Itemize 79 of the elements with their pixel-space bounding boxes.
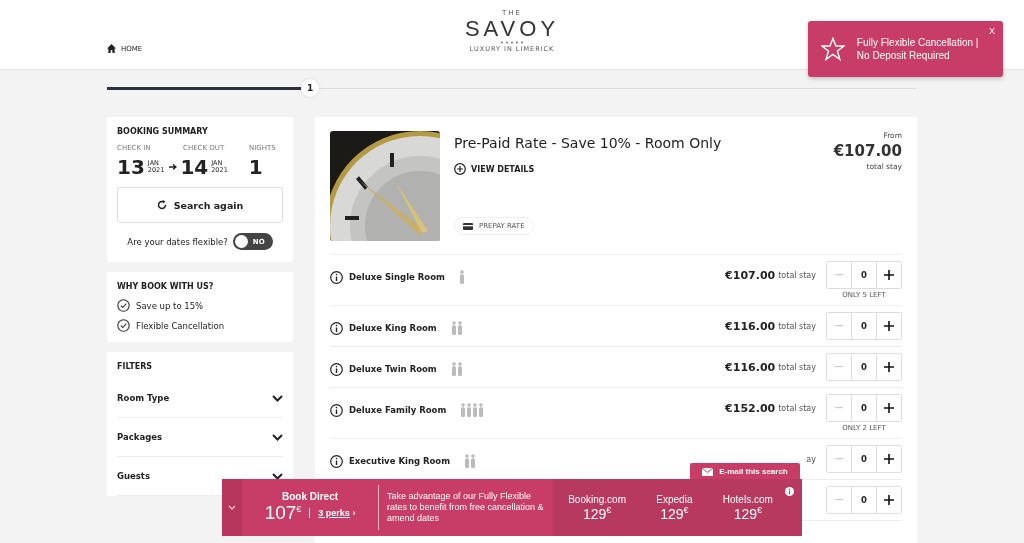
price-note: total stay [778,404,816,413]
card-title: FILTERS [117,362,154,371]
minus-icon [835,274,843,276]
minus-icon [835,458,843,460]
check-out-day: 14 [180,155,209,179]
filter-label: Packages [117,432,163,442]
search-again-button[interactable]: Search again [117,187,283,223]
competitor-name: Hotels.com [722,493,773,505]
nights-value: 1 [248,155,263,179]
minus-icon [835,366,843,368]
competitor-name: Expedia [656,493,693,505]
plus-icon [884,362,894,372]
flexible-dates-label: Are your dates flexible? [127,236,228,247]
guests-icon [450,321,463,335]
rate-price: €107.00 [833,142,902,160]
benefit-text: Save up to 15% [136,300,204,311]
close-button[interactable]: X [989,26,995,36]
room-name: Deluxe King Room [349,323,437,333]
filter-label: Room Type [117,393,170,403]
price-note: total stay [778,363,816,372]
plus-icon [884,454,894,464]
check-circle-icon [117,299,130,312]
card-icon [463,222,473,230]
book-direct-title: Book Direct [281,491,339,502]
step-number: 1 [301,79,320,97]
rate-title: Pre-Paid Rate - Save 10% - Room Only [454,135,722,151]
card-title: WHY BOOK WITH US? [117,282,215,291]
home-icon [107,44,116,53]
plus-circle-icon [454,163,466,175]
competitor-price: 129$^{€}$ [582,504,612,522]
room-name: Deluxe Twin Room [349,364,437,374]
plus-icon [884,321,894,331]
view-details-link[interactable]: VIEW DETAILS [454,163,535,175]
plus-icon [884,495,894,505]
benefit-text: Flexible Cancellation [136,320,225,331]
arrow-icon [169,163,178,171]
plus-icon [884,403,894,413]
guests-icon [450,362,463,376]
price-note: ay [806,455,816,464]
info-icon[interactable] [330,362,343,376]
direct-price: 107$^{€}$ [264,502,302,524]
room-price: €116.00 [725,361,776,374]
room-name: Executive King Room [349,456,451,466]
price-note: total stay [778,271,816,280]
minus-icon [835,325,843,327]
filter-item[interactable]: Packages [117,418,283,457]
check-in-day: 13 [117,155,145,179]
card-title: BOOKING SUMMARY [117,127,209,136]
logo-stars-icon [500,41,524,44]
room-name: Deluxe Family Room [349,405,447,415]
price-note: total stay [778,322,816,331]
plus-icon [884,270,894,280]
competitor-name: Booking.com [568,493,626,505]
refresh-icon [156,200,167,210]
info-icon[interactable] [330,270,343,284]
room-price: €152.00 [725,402,776,415]
guests-icon [464,454,477,468]
minus-icon [835,499,843,501]
perks-link[interactable]: 3 perks › [309,508,356,518]
filter-label: Guests [117,471,150,481]
info-icon[interactable] [330,403,343,417]
filter-item[interactable]: Room Type [117,379,283,418]
competitor-price: 129$^{€}$ [733,504,762,522]
banner-message: Take advantage of our Fully Flexible rates to benefit from free cancellation & amend dates [386,490,545,525]
room-price: €116.00 [725,320,776,333]
envelope-icon [702,467,714,476]
guests-icon [460,403,485,417]
room-price: €107.00 [725,269,776,282]
info-icon[interactable] [330,454,343,468]
check-circle-icon [117,319,130,332]
minus-icon [835,407,843,409]
logo-text: SAVOY [464,18,560,40]
info-icon[interactable] [330,321,343,335]
star-icon [821,37,845,61]
competitor-price: 129$^{€}$ [660,504,689,522]
room-name: Deluxe Single Room [349,272,445,282]
guests-icon [458,270,465,284]
chevron-icon [228,505,236,510]
toast-text: Fully Flexible Cancellation | No Deposit Required [856,36,980,62]
